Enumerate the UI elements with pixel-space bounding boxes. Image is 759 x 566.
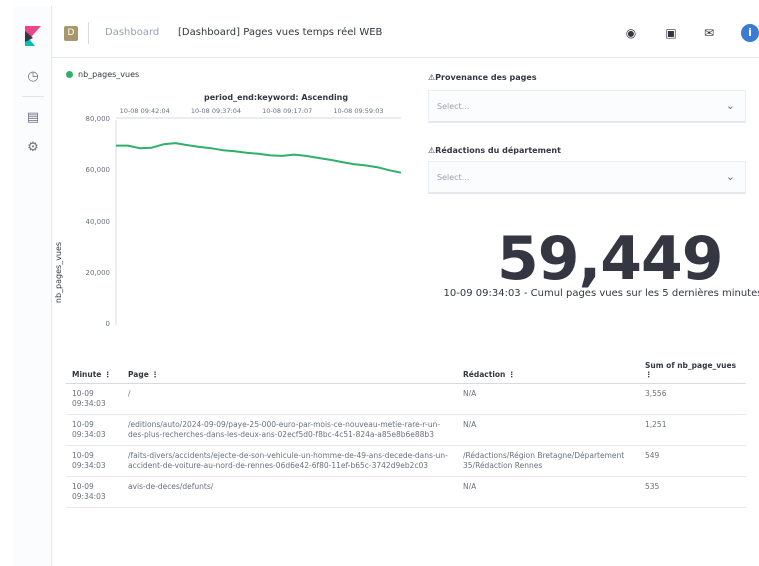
breadcrumb-dashboard[interactable]: Dashboard — [105, 27, 159, 38]
newsfeed-icon[interactable]: ◉ — [622, 24, 640, 42]
x-tick-label: 10-08 09:42:04 — [119, 107, 170, 115]
cell-sum: 1,251 — [639, 414, 746, 446]
header-divider — [88, 22, 89, 44]
cell-page[interactable]: / — [122, 383, 457, 415]
breadcrumb-current: [Dashboard] Pages vues temps réel WEB — [178, 27, 383, 38]
gear-icon[interactable]: ⚙ — [25, 139, 41, 155]
redaction-placeholder: Select... — [437, 173, 470, 182]
x-tick-label: 10-08 09:17:07 — [262, 107, 313, 115]
cell-page[interactable]: /faits-divers/accidents/ejecte-de-son-ve… — [122, 445, 457, 477]
chevron-down-icon: ⌄ — [725, 170, 735, 183]
cell-minute: 10-09 09:34:03 — [66, 445, 122, 477]
chevron-down-icon: ⌄ — [725, 99, 735, 112]
cell-redaction: N/A — [457, 476, 639, 508]
y-tick-label: 20,000 — [85, 268, 111, 277]
cell-page[interactable]: avis-de-deces/defunts/ — [122, 476, 457, 508]
cell-sum: 535 — [639, 476, 746, 508]
mail-icon[interactable]: ✉ — [700, 24, 718, 42]
pages-table: Minute ⋮ Page ⋮ Rédaction ⋮ Sum of nb_pa… — [66, 358, 746, 508]
table-row: 10-09 09:34:03 /editions/auto/2024-09-09… — [66, 414, 746, 446]
clock-icon[interactable]: ◷ — [25, 68, 41, 84]
cell-sum: 3,556 — [639, 383, 746, 415]
line-chart-panel: nb_pages_vues period_end:keyword: Ascend… — [54, 62, 411, 344]
cell-redaction: N/A — [457, 383, 639, 415]
chart-plot-area[interactable] — [56, 62, 411, 344]
top-header: D Dashboard [Dashboard] Pages vues temps… — [52, 6, 759, 58]
provenance-label: ⚠Provenance des pages — [428, 73, 537, 82]
table-row: 10-09 09:34:03 /faits-divers/accidents/e… — [66, 445, 746, 477]
cell-sum: 549 — [639, 445, 746, 477]
help-icon[interactable]: i — [741, 24, 759, 42]
cell-redaction: /Rédactions/Région Bretagne/Département … — [457, 445, 639, 477]
nav-divider — [22, 96, 44, 97]
column-header-redaction[interactable]: Rédaction ⋮ — [457, 358, 639, 384]
cell-minute: 10-09 09:34:03 — [66, 414, 122, 446]
x-tick-label: 10-08 09:59:03 — [333, 107, 384, 115]
metric-value: 59,449 — [497, 224, 724, 294]
column-header-sum[interactable]: Sum of nb_page_vues ⋮ — [639, 358, 746, 384]
y-tick-label: 60,000 — [85, 166, 111, 175]
x-tick-label: 10-08 09:37:04 — [190, 107, 242, 115]
cell-redaction: N/A — [457, 414, 639, 446]
cell-minute: 10-09 09:34:03 — [66, 476, 122, 508]
column-header-page[interactable]: Page ⋮ — [122, 358, 457, 384]
app-badge-icon[interactable]: D — [64, 26, 78, 41]
table-header-row: Minute ⋮ Page ⋮ Rédaction ⋮ Sum of nb_pa… — [66, 358, 746, 384]
y-tick-label: 40,000 — [85, 217, 111, 226]
cell-minute: 10-09 09:34:03 — [66, 383, 122, 415]
left-nav: ◷ ▤ ⚙ — [14, 6, 52, 566]
series-line[interactable] — [116, 142, 402, 174]
metric-label: 10-09 09:34:03 - Cumul pages vues sur le… — [443, 288, 759, 299]
redaction-label: ⚠Rédactions du département — [428, 146, 561, 155]
y-tick-label: 80,000 — [85, 115, 111, 123]
y-tick-label: 0 — [105, 320, 110, 328]
table-row: 10-09 09:34:03 / N/A 3,556 — [66, 383, 746, 415]
cell-page[interactable]: /editions/auto/2024-09-09/paye-25-000-eu… — [122, 414, 457, 446]
provenance-placeholder: Select... — [437, 102, 470, 111]
fullscreen-icon[interactable]: ▣ — [662, 24, 680, 42]
provenance-select[interactable]: Select... ⌄ — [428, 90, 746, 123]
table-row: 10-09 09:34:03 avis-de-deces/defunts/ N/… — [66, 476, 746, 508]
redaction-select[interactable]: Select... ⌄ — [428, 161, 746, 194]
column-header-minute[interactable]: Minute ⋮ — [66, 358, 122, 384]
kibana-logo-icon[interactable] — [25, 26, 41, 46]
dashboard-icon[interactable]: ▤ — [25, 109, 41, 125]
